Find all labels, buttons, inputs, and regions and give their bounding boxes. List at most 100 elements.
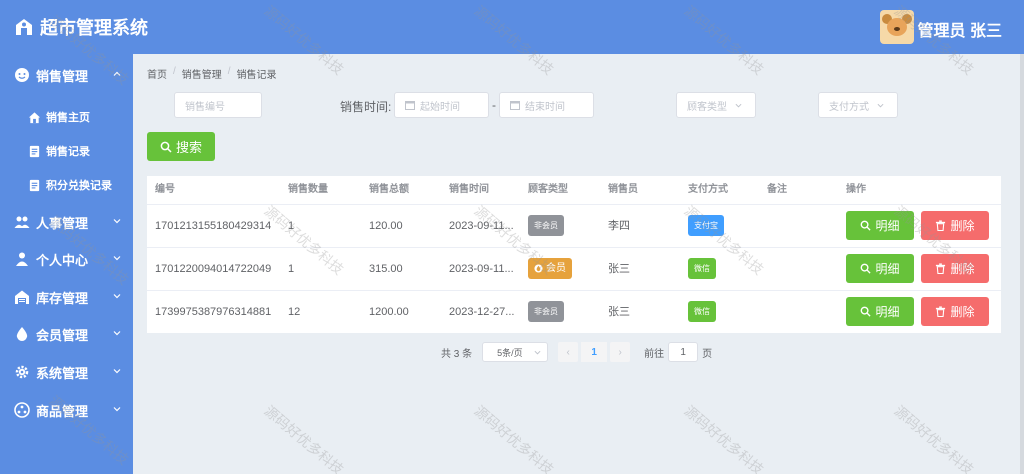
search-icon bbox=[861, 220, 872, 231]
cell-id: 1739975387976314881 bbox=[155, 306, 272, 318]
sidebar-group-products[interactable]: 商品管理 bbox=[0, 394, 133, 426]
trash-icon bbox=[936, 220, 946, 231]
detail-button[interactable]: 明细 bbox=[846, 297, 914, 326]
trash-icon bbox=[936, 263, 946, 274]
prev-page-button[interactable]: ‹ bbox=[558, 342, 579, 362]
customer-type-placeholder: 顾客类型 bbox=[687, 101, 727, 113]
col-header-remark: 备注 bbox=[767, 184, 787, 195]
chevron-down-icon bbox=[113, 219, 121, 224]
sidebar-group-system[interactable]: 系统管理 bbox=[0, 356, 133, 388]
sidebar-group-hr[interactable]: 人事管理 bbox=[0, 206, 133, 238]
sale-no-input[interactable]: 销售编号 bbox=[174, 92, 262, 118]
delete-button[interactable]: 删除 bbox=[921, 254, 989, 283]
people-icon bbox=[14, 216, 30, 228]
cell-seller: 李四 bbox=[608, 220, 630, 232]
cell-time: 2023-12-27... bbox=[449, 306, 515, 318]
app-header: 超市管理系统 管理员 张三 bbox=[0, 0, 1024, 54]
user-name[interactable]: 管理员 张三 bbox=[918, 22, 1002, 44]
chevron-down-icon bbox=[113, 294, 121, 299]
cell-seller: 张三 bbox=[608, 263, 630, 275]
app-brand: 超市管理系统 bbox=[14, 14, 148, 40]
chevron-down-icon bbox=[735, 103, 742, 108]
search-button[interactable]: 搜索 bbox=[147, 132, 215, 161]
col-header-total: 销售总额 bbox=[369, 184, 409, 195]
gear-icon bbox=[15, 365, 29, 379]
store-icon bbox=[16, 19, 32, 35]
page-size-select[interactable]: 5条/页 bbox=[482, 342, 549, 362]
detail-button[interactable]: 明细 bbox=[846, 211, 914, 240]
chevron-down-icon bbox=[113, 407, 121, 412]
breadcrumb: 首页 / 销售管理 / 销售记录 bbox=[147, 66, 277, 81]
goto-label: 前往 bbox=[644, 348, 665, 360]
search-button-label: 搜索 bbox=[175, 140, 202, 155]
sidebar-group-label: 个人中心 bbox=[36, 252, 89, 268]
delete-button[interactable]: 删除 bbox=[921, 297, 989, 326]
search-icon bbox=[160, 141, 172, 153]
start-date-input[interactable]: 起始时间 bbox=[394, 92, 489, 118]
breadcrumb-sales[interactable]: 销售管理 bbox=[182, 66, 222, 81]
settings-icon bbox=[14, 402, 30, 418]
customer-type-tag: 非会员 bbox=[528, 301, 564, 322]
pagination: 共 3 条 5条/页 ‹ 1 › 前往 1 页 bbox=[441, 342, 712, 362]
col-header-actions: 操作 bbox=[846, 184, 866, 195]
sidebar-item-label: 销售记录 bbox=[46, 146, 90, 158]
sidebar-item-points-records[interactable]: 积分兑换记录 bbox=[0, 171, 133, 199]
sidebar-group-inventory[interactable]: 库存管理 bbox=[0, 281, 133, 313]
document-icon bbox=[29, 145, 40, 157]
calendar-icon bbox=[405, 101, 415, 110]
customer-type-tag: 非会员 bbox=[528, 215, 564, 236]
detail-button-label: 明细 bbox=[875, 305, 900, 319]
page-size-value: 5条/页 bbox=[497, 347, 523, 358]
document-icon bbox=[29, 179, 40, 191]
end-date-placeholder: 结束时间 bbox=[525, 101, 565, 113]
customer-type-label: 会员 bbox=[546, 263, 566, 274]
col-header-id: 编号 bbox=[155, 184, 175, 195]
detail-button[interactable]: 明细 bbox=[846, 254, 914, 283]
detail-button-label: 明细 bbox=[875, 262, 900, 276]
pay-method-tag: 微信 bbox=[688, 258, 716, 279]
smiley-icon bbox=[15, 68, 29, 82]
goto-page-input[interactable]: 1 bbox=[668, 342, 699, 362]
cell-total: 315.00 bbox=[369, 263, 403, 275]
delete-button-label: 删除 bbox=[950, 305, 975, 319]
sidebar-group-label: 系统管理 bbox=[36, 365, 89, 381]
pay-method-tag: 微信 bbox=[688, 301, 716, 322]
pagination-total: 共 3 条 bbox=[441, 348, 473, 360]
col-header-qty: 销售数量 bbox=[288, 184, 328, 195]
avatar[interactable] bbox=[879, 10, 914, 44]
person-icon bbox=[16, 252, 28, 266]
chevron-down-icon bbox=[877, 103, 884, 108]
sidebar-group-sales[interactable]: 销售管理 bbox=[0, 59, 133, 91]
sidebar-item-label: 积分兑换记录 bbox=[46, 180, 112, 192]
cell-total: 1200.00 bbox=[369, 306, 409, 318]
sidebar-group-personal[interactable]: 个人中心 bbox=[0, 243, 133, 275]
user-menu[interactable]: 管理员 张三 bbox=[879, 10, 1002, 44]
sidebar-item-label: 销售主页 bbox=[46, 112, 90, 124]
sidebar-group-label: 销售管理 bbox=[36, 68, 89, 84]
end-date-input[interactable]: 结束时间 bbox=[499, 92, 594, 118]
cell-seller: 张三 bbox=[608, 306, 630, 318]
next-page-button[interactable]: › bbox=[610, 342, 631, 362]
delete-button[interactable]: 删除 bbox=[921, 211, 989, 240]
sidebar-item-sales-records[interactable]: 销售记录 bbox=[0, 137, 133, 165]
customer-type-tag: 会员 bbox=[528, 258, 572, 279]
table-row: 1701220094014722049 1 315.00 2023-09-11.… bbox=[147, 247, 1001, 290]
home-icon bbox=[28, 111, 41, 123]
page-scrollbar[interactable] bbox=[1020, 54, 1024, 474]
cell-qty: 1 bbox=[288, 263, 295, 275]
col-header-customer: 顾客类型 bbox=[528, 184, 568, 195]
sidebar-group-members[interactable]: 会员管理 bbox=[0, 318, 133, 350]
search-icon bbox=[861, 306, 872, 317]
cell-qty: 12 bbox=[288, 306, 301, 318]
sidebar-group-label: 人事管理 bbox=[36, 215, 89, 231]
col-header-pay: 支付方式 bbox=[688, 184, 728, 195]
breadcrumb-home[interactable]: 首页 bbox=[147, 66, 167, 81]
chevron-down-icon bbox=[113, 369, 121, 374]
pay-method-select[interactable]: 支付方式 bbox=[818, 92, 898, 118]
sidebar-item-sales-home[interactable]: 销售主页 bbox=[0, 103, 133, 131]
customer-type-select[interactable]: 顾客类型 bbox=[676, 92, 756, 118]
cell-time: 2023-09-11... bbox=[449, 220, 514, 232]
col-header-time: 销售时间 bbox=[449, 184, 489, 195]
cell-qty: 1 bbox=[288, 220, 295, 232]
page-number-current[interactable]: 1 bbox=[581, 342, 608, 362]
